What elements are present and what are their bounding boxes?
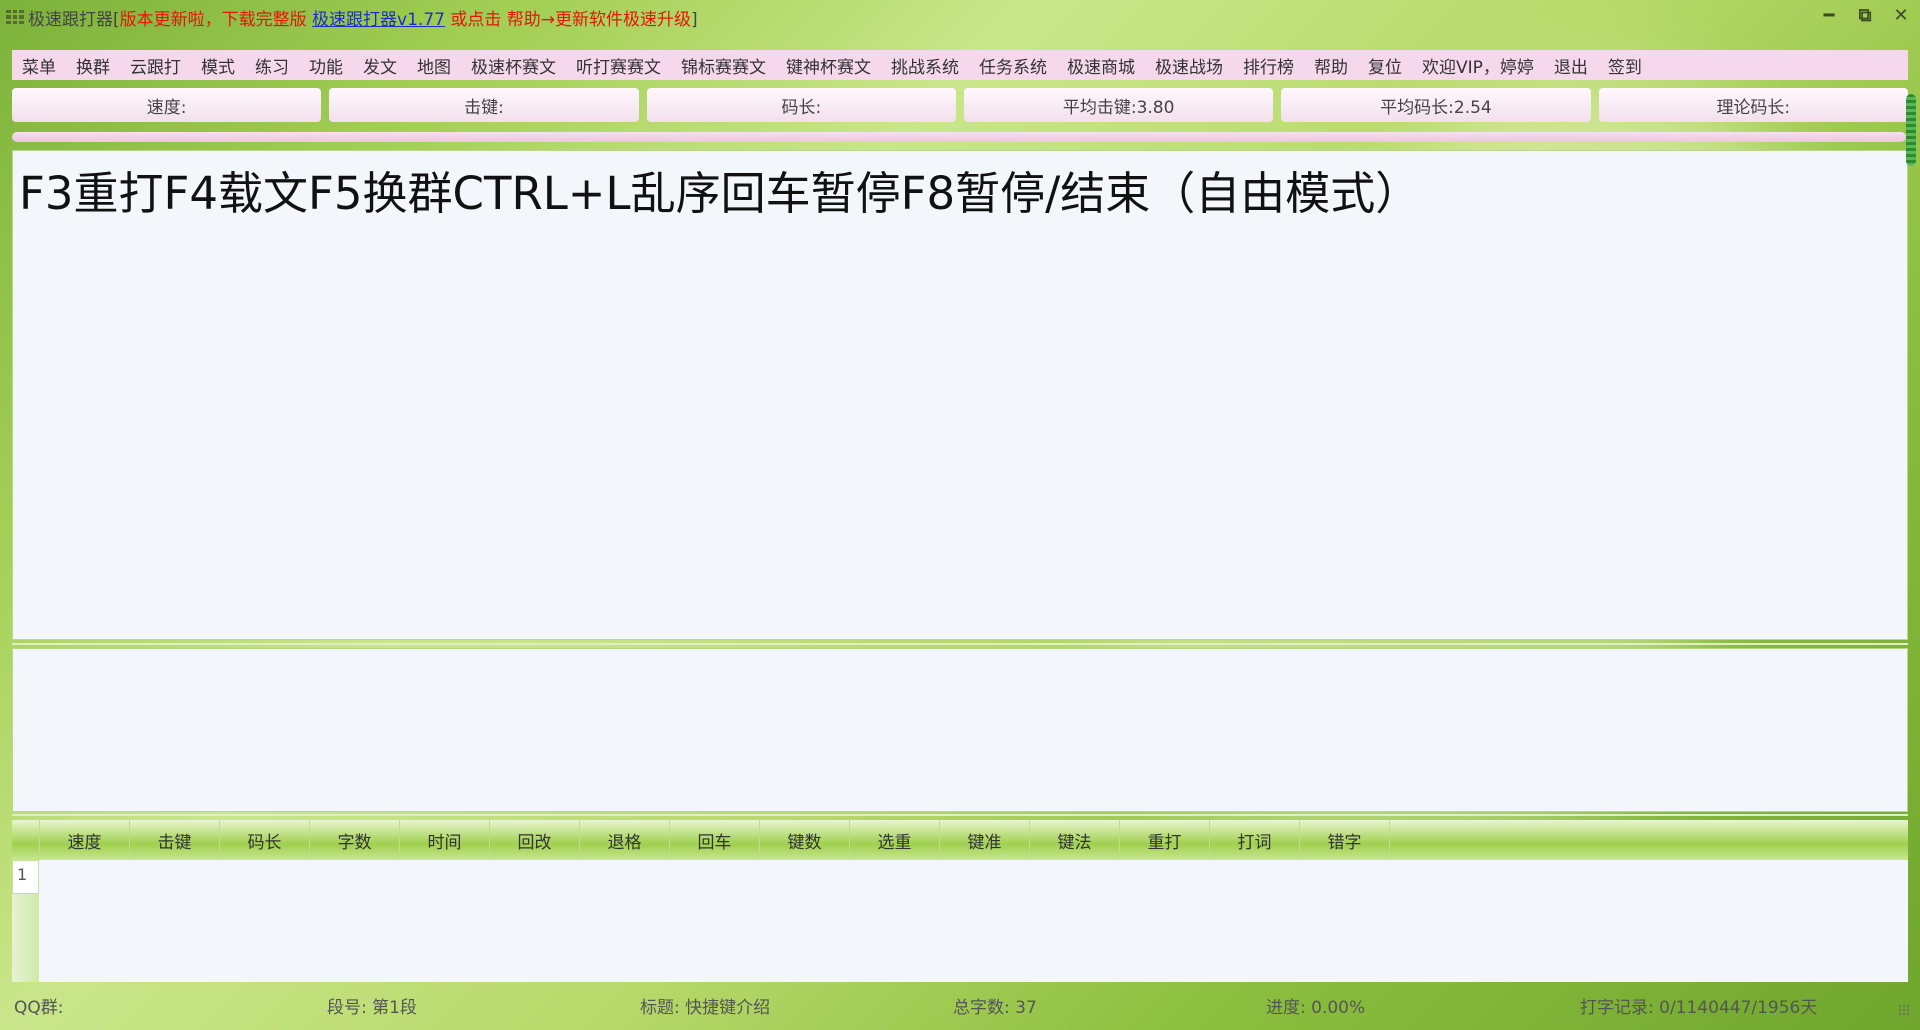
grid-column-header[interactable]: 字数 xyxy=(310,820,400,860)
grid-column-header[interactable]: 错字 xyxy=(1300,820,1390,860)
menu-bar: 菜单 换群 云跟打 模式 练习 功能 发文 地图 极速杯赛文 听打赛赛文 锦标赛赛文 键神杯赛文 挑战系… xyxy=(12,50,1908,80)
menu-item[interactable]: 极速战场 xyxy=(1145,53,1233,78)
menu-item[interactable]: 功能 xyxy=(299,53,353,78)
grid-column-header[interactable]: 键法 xyxy=(1030,820,1120,860)
menu-item[interactable]: 云跟打 xyxy=(120,53,191,78)
results-grid: 速度 击键 码长 字数 时间 回改 退格 回车 键数 选重 键准 键法 重打 打词 错字 1 xyxy=(12,820,1908,982)
minimize-icon[interactable]: ━ xyxy=(1818,4,1840,26)
menu-item[interactable]: 听打赛赛文 xyxy=(566,53,671,78)
app-grid-icon[interactable] xyxy=(6,10,24,24)
grid-column-header[interactable]: 码长 xyxy=(220,820,310,860)
update-notice: 版本更新啦，下载完整版 xyxy=(119,9,307,30)
title-bar: 极速跟打器[版本更新啦，下载完整版 极速跟打器v1.77 或点击 帮助→更新软件… xyxy=(0,0,1920,34)
grid-column-header[interactable]: 回改 xyxy=(490,820,580,860)
divider xyxy=(12,814,1908,816)
status-total: 总字数: 37 xyxy=(953,997,1037,1018)
update-hint: 或点击 帮助→更新软件极速升级 xyxy=(450,9,692,30)
restore-icon[interactable]: ⧉ xyxy=(1854,4,1876,26)
window-controls: ━ ⧉ ✕ xyxy=(1818,4,1912,26)
app-name: 极速跟打器 xyxy=(28,9,113,30)
menu-item[interactable]: 复位 xyxy=(1358,53,1412,78)
grid-column-header[interactable]: 键准 xyxy=(940,820,1030,860)
window-title: 极速跟打器[版本更新啦，下载完整版 极速跟打器v1.77 或点击 帮助→更新软件… xyxy=(28,9,698,30)
menu-item[interactable]: 退出 xyxy=(1544,53,1598,78)
status-title: 标题: 快捷键介绍 xyxy=(640,997,771,1018)
status-segment: 段号: 第1段 xyxy=(327,997,417,1018)
menu-item[interactable]: 锦标赛赛文 xyxy=(671,53,776,78)
menu-item[interactable]: 地图 xyxy=(407,53,461,78)
status-qq: QQ群: xyxy=(14,997,64,1018)
stat-box: 平均码长:2.54 xyxy=(1281,88,1591,122)
status-progress: 进度: 0.00% xyxy=(1266,997,1366,1018)
menu-item[interactable]: 极速商城 xyxy=(1057,53,1145,78)
grid-column-header[interactable]: 打词 xyxy=(1210,820,1300,860)
menu-item[interactable]: 菜单 xyxy=(12,53,66,78)
grid-column-header[interactable]: 时间 xyxy=(400,820,490,860)
menu-item[interactable]: 任务系统 xyxy=(969,53,1057,78)
grid-column-header[interactable]: 回车 xyxy=(670,820,760,860)
menu-item[interactable]: 发文 xyxy=(353,53,407,78)
grid-corner xyxy=(12,820,40,860)
menu-item[interactable]: 挑战系统 xyxy=(881,53,969,78)
article-text: F3重打F4载文F5换群CTRL+L乱序回车暂停F8暂停/结束（自由模式） xyxy=(19,167,1421,220)
stat-box: 码长: xyxy=(646,88,956,122)
download-link[interactable]: 极速跟打器v1.77 xyxy=(312,10,445,30)
progress-track xyxy=(12,132,1906,142)
menu-item[interactable]: 换群 xyxy=(66,53,120,78)
grid-column-header[interactable]: 速度 xyxy=(40,820,130,860)
menu-item[interactable]: 极速杯赛文 xyxy=(461,53,566,78)
grid-column-header[interactable]: 选重 xyxy=(850,820,940,860)
stat-box: 击键: xyxy=(329,88,639,122)
resize-grip-icon[interactable] xyxy=(1898,1004,1910,1016)
scrollbar-thumb[interactable] xyxy=(1906,94,1916,166)
stat-box: 理论码长: xyxy=(1598,88,1908,122)
menu-item[interactable]: 键神杯赛文 xyxy=(776,53,881,78)
divider xyxy=(12,643,1908,645)
menu-item[interactable]: 排行榜 xyxy=(1233,53,1304,78)
menu-item[interactable]: 签到 xyxy=(1598,53,1652,78)
stats-bar: 速度: 击键: 码长: 平均击键:3.80 平均码长:2.54 理论码长: xyxy=(12,88,1908,122)
stat-box: 平均击键:3.80 xyxy=(963,88,1274,122)
text-display-panel: F3重打F4载文F5换群CTRL+L乱序回车暂停F8暂停/结束（自由模式） xyxy=(12,150,1908,640)
menu-item[interactable]: 欢迎VIP，婷婷 xyxy=(1412,53,1544,78)
status-record: 打字记录: 0/1140447/1956天 xyxy=(1580,997,1818,1018)
typing-input[interactable] xyxy=(12,648,1908,812)
status-bar: QQ群: 段号: 第1段 标题: 快捷键介绍 总字数: 37 进度: 0.00%… xyxy=(0,990,1920,1020)
grid-column-header[interactable]: 击键 xyxy=(130,820,220,860)
menu-item[interactable]: 模式 xyxy=(191,53,245,78)
grid-column-header[interactable]: 重打 xyxy=(1120,820,1210,860)
menu-item[interactable]: 帮助 xyxy=(1304,53,1358,78)
grid-header: 速度 击键 码长 字数 时间 回改 退格 回车 键数 选重 键准 键法 重打 打词 错字 xyxy=(12,820,1908,860)
grid-column-header[interactable]: 键数 xyxy=(760,820,850,860)
stat-box: 速度: xyxy=(12,88,322,122)
row-number[interactable]: 1 xyxy=(12,860,39,894)
menu-item[interactable]: 练习 xyxy=(245,53,299,78)
grid-column-header[interactable]: 退格 xyxy=(580,820,670,860)
close-icon[interactable]: ✕ xyxy=(1890,4,1912,26)
